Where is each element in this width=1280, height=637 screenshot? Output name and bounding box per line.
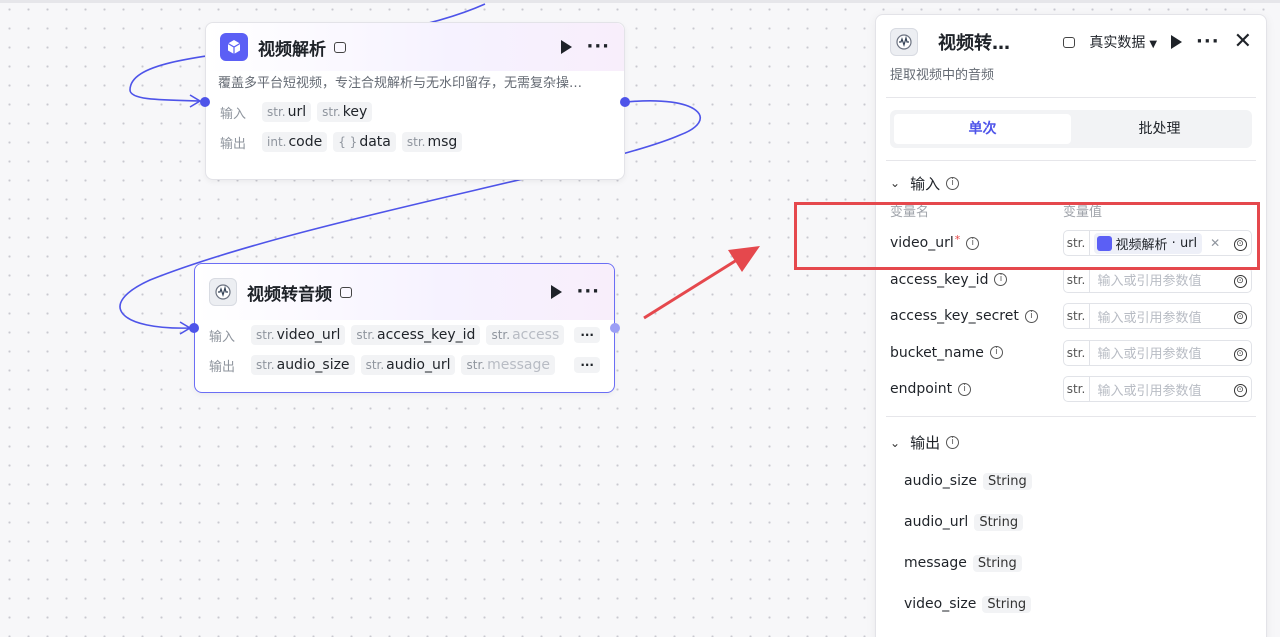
node2-output-port[interactable]	[610, 323, 620, 333]
chevron-down-icon: ⌄	[890, 176, 901, 190]
panel-subtitle: 提取视频中的音频	[890, 68, 995, 83]
close-icon[interactable]: ✕	[1234, 31, 1252, 53]
node-inputs: 输入 str. video_url str. access_key_id str. a…	[195, 320, 614, 350]
divider	[886, 97, 1256, 98]
output-section-header[interactable]: ⌄ 输出 i	[876, 425, 1266, 461]
store-icon	[340, 286, 352, 298]
type-badge: str.	[1064, 340, 1090, 365]
store-icon	[334, 41, 346, 53]
output-tag: str. message	[461, 355, 556, 375]
param-row: access_key_secret i str. 输入或引用参数值 ⊙	[876, 298, 1266, 335]
node-config-panel: 视频转… 真实数据 ▼ ··· ✕ 提取视频中的音频 单次 批处理 ⌄ 输入 i …	[875, 14, 1267, 637]
reference-picker-icon[interactable]: ⊙	[1229, 272, 1251, 288]
tab-batch[interactable]: 批处理	[1071, 114, 1248, 144]
node-outputs: 输出 int. code { } data str. msg	[206, 127, 624, 157]
input-label: 输入	[220, 106, 247, 122]
more-options-button[interactable]: ···	[1196, 33, 1220, 51]
red-arrow-head	[728, 246, 760, 272]
expand-outputs-button[interactable]: ···	[574, 357, 600, 373]
param-value-input[interactable]: str. 输入或引用参数值 ⊙	[1062, 303, 1252, 330]
output-tag: int. code	[262, 132, 328, 152]
param-row: bucket_name i str. 输入或引用参数值 ⊙	[876, 335, 1266, 372]
node-title: 视频转音频	[247, 284, 332, 305]
node-video-parse[interactable]: 视频解析 ··· 覆盖多平台短视频，专注合规解析与无水印留存，无需复杂操… 输入…	[205, 22, 625, 180]
node-header: 视频转音频 ···	[195, 264, 614, 320]
divider	[886, 160, 1256, 161]
info-icon: i	[946, 436, 960, 449]
input-tag: str. video_url	[251, 325, 346, 345]
type-badge: str.	[1064, 377, 1090, 402]
input-tag: str. url	[262, 102, 312, 122]
expand-inputs-button[interactable]: ···	[574, 327, 600, 343]
input-tag: str. access_key_id	[351, 325, 481, 345]
output-tag: str. msg	[401, 132, 463, 152]
audio-icon	[890, 28, 918, 56]
node2-input-port[interactable]	[189, 323, 199, 333]
run-node-button[interactable]	[551, 285, 563, 299]
cube-icon	[220, 33, 248, 61]
node-description: 覆盖多平台短视频，专注合规解析与无水印留存，无需复杂操…	[218, 76, 583, 91]
run-mode-tabs: 单次 批处理	[890, 110, 1252, 148]
output-label: 输出	[209, 359, 236, 375]
output-tag: str. audio_size	[251, 355, 355, 375]
chevron-down-icon: ⌄	[890, 435, 901, 450]
param-row: endpoint i str. 输入或引用参数值 ⊙	[876, 371, 1266, 408]
type-badge: str.	[1064, 304, 1090, 329]
output-label: 输出	[220, 136, 247, 152]
param-value-input[interactable]: str. 输入或引用参数值 ⊙	[1062, 376, 1252, 403]
output-row: video_size String	[876, 584, 1266, 625]
tab-single[interactable]: 单次	[894, 114, 1071, 144]
caret-down-icon: ▼	[1149, 39, 1158, 50]
param-value-input[interactable]: str. 输入或引用参数值 ⊙	[1062, 339, 1252, 366]
more-options-button[interactable]: ···	[576, 283, 600, 301]
output-row: audio_url String	[876, 502, 1266, 543]
type-badge: str.	[1064, 267, 1090, 292]
node-video-to-audio[interactable]: 视频转音频 ··· 输入 str. video_url str. access_ke…	[194, 263, 615, 393]
node-outputs: 输出 str. audio_size str. audio_url str. mess…	[195, 350, 614, 380]
run-node-button[interactable]	[1171, 35, 1183, 49]
reference-picker-icon[interactable]: ⊙	[1229, 345, 1251, 361]
info-icon: i	[994, 273, 1008, 287]
reference-picker-icon[interactable]: ⊙	[1229, 381, 1251, 398]
node1-output-port[interactable]	[620, 97, 630, 107]
run-node-button[interactable]	[561, 40, 573, 54]
output-tag: { } data	[333, 132, 396, 152]
output-row: message String	[876, 543, 1266, 584]
node-inputs: 输入 str. url str. key	[206, 97, 624, 127]
panel-header: 视频转… 真实数据 ▼ ··· ✕	[876, 15, 1266, 69]
node-header: 视频解析 ···	[206, 23, 624, 71]
info-icon: i	[946, 176, 960, 190]
red-arrow-shaft	[643, 256, 741, 320]
param-value-input[interactable]: str. 输入或引用参数值 ⊙	[1062, 266, 1252, 293]
node1-input-port[interactable]	[200, 97, 210, 107]
info-icon: i	[989, 346, 1003, 360]
annotation-highlight-box	[794, 202, 1260, 270]
input-tag: str. key	[317, 102, 373, 122]
info-icon: i	[1024, 309, 1038, 323]
input-tag: str. access	[486, 325, 565, 345]
store-icon	[1063, 36, 1076, 48]
panel-title: 视频转…	[938, 33, 1010, 54]
divider	[886, 415, 1256, 417]
output-row: audio_size String	[876, 461, 1266, 502]
more-options-button[interactable]: ···	[586, 38, 610, 56]
audio-icon	[209, 278, 237, 306]
info-icon: i	[958, 382, 972, 396]
output-tag: str. audio_url	[360, 355, 456, 375]
node-title: 视频解析	[258, 39, 326, 60]
data-mode-select[interactable]: 真实数据 ▼	[1089, 32, 1157, 52]
reference-picker-icon[interactable]: ⊙	[1229, 308, 1251, 325]
input-label: 输入	[209, 329, 236, 345]
input-section-header[interactable]: ⌄ 输入 i	[876, 165, 1266, 201]
